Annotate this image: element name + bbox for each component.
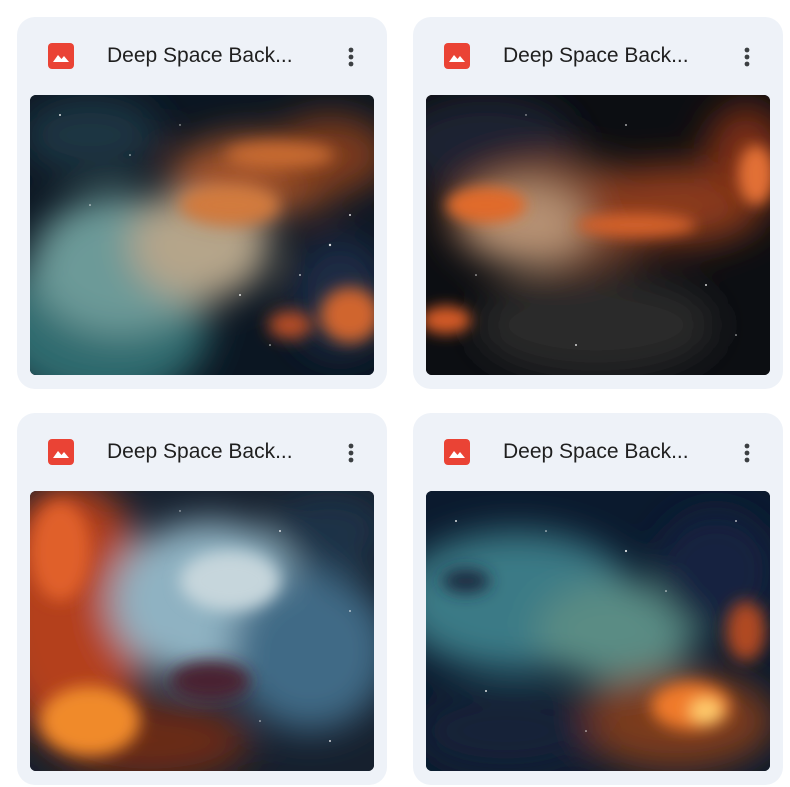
file-title[interactable]: Deep Space Back... [503,438,713,466]
file-title[interactable]: Deep Space Back... [107,42,317,70]
more-vert-icon [744,443,750,463]
image-file-icon [48,439,74,465]
more-vert-icon [348,443,354,463]
more-vert-icon [744,47,750,67]
file-title[interactable]: Deep Space Back... [503,42,713,70]
more-options-button[interactable] [333,39,369,75]
image-file-icon [444,439,470,465]
more-options-button[interactable] [729,39,765,75]
image-file-icon [444,43,470,69]
nebula-thumbnail[interactable] [30,491,374,771]
file-card-header: Deep Space Back... [17,413,387,491]
image-file-icon [48,43,74,69]
file-card[interactable]: Deep Space Back... [17,17,387,389]
file-card-header: Deep Space Back... [413,17,783,95]
more-vert-icon [348,47,354,67]
file-card-header: Deep Space Back... [413,413,783,491]
file-grid: Deep Space Back... Deep Space Back... De… [17,17,784,787]
more-options-button[interactable] [333,435,369,471]
nebula-thumbnail[interactable] [30,95,374,375]
file-card-header: Deep Space Back... [17,17,387,95]
file-card[interactable]: Deep Space Back... [17,413,387,785]
file-card[interactable]: Deep Space Back... [413,413,783,785]
file-title[interactable]: Deep Space Back... [107,438,317,466]
nebula-thumbnail[interactable] [426,491,770,771]
nebula-thumbnail[interactable] [426,95,770,375]
file-card[interactable]: Deep Space Back... [413,17,783,389]
more-options-button[interactable] [729,435,765,471]
